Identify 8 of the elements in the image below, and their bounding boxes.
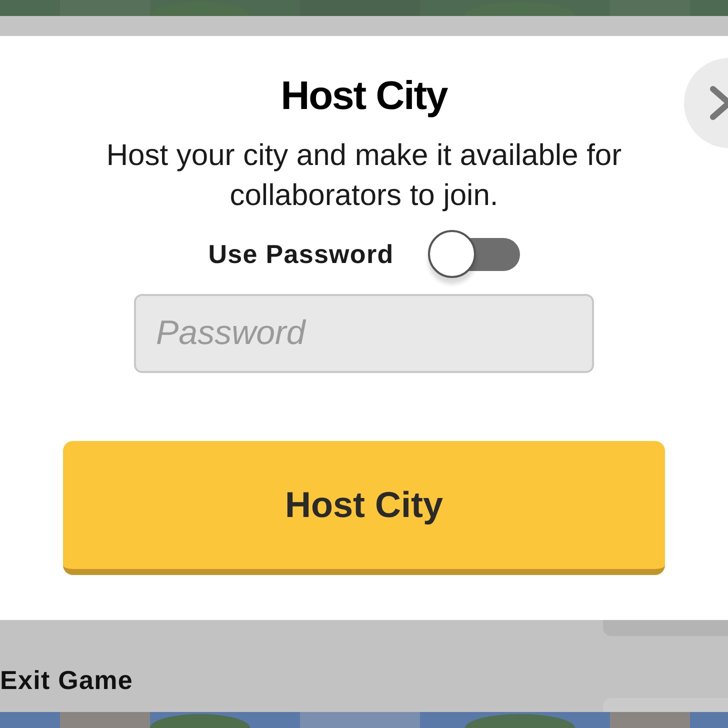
host-city-button[interactable]: Host City	[63, 441, 665, 575]
password-toggle[interactable]	[428, 230, 520, 278]
toggle-label: Use Password	[208, 238, 394, 270]
dialog-description: Host your city and make it available for collaborators to join.	[105, 138, 623, 214]
password-field[interactable]: Password	[134, 294, 594, 373]
close-icon	[710, 86, 728, 120]
dialog-title: Host City	[280, 73, 448, 120]
exit-game-button[interactable]: Exit Game	[0, 660, 134, 700]
